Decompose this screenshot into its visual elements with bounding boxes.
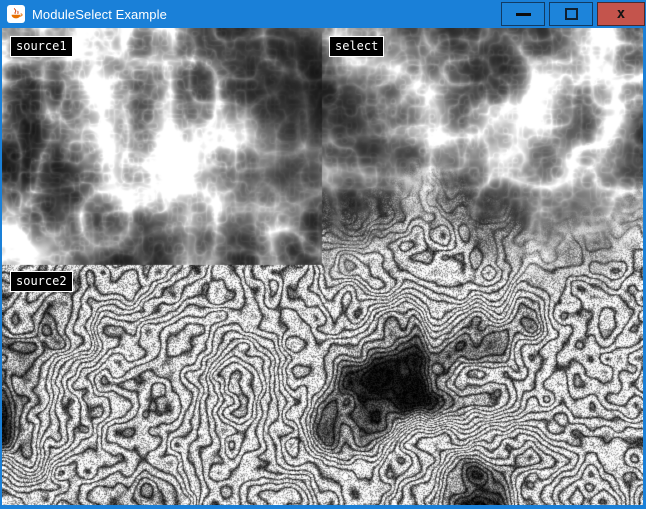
titlebar[interactable]: ModuleSelect Example x: [0, 0, 646, 28]
label-select: select: [329, 36, 384, 57]
minimize-icon: [516, 13, 531, 16]
maximize-icon: [565, 8, 578, 20]
label-source1: source1: [10, 36, 73, 57]
java-app-icon: [7, 5, 25, 23]
close-icon: x: [617, 7, 625, 21]
noise-canvas: [2, 28, 643, 505]
label-source2: source2: [10, 271, 73, 292]
maximize-button[interactable]: [549, 2, 593, 26]
render-viewport: source1 select source2: [2, 28, 643, 505]
minimize-button[interactable]: [501, 2, 545, 26]
window-title: ModuleSelect Example: [32, 7, 167, 22]
close-button[interactable]: x: [597, 2, 645, 26]
app-window: ModuleSelect Example x source1 select so…: [0, 0, 646, 509]
window-controls: x: [501, 2, 645, 26]
